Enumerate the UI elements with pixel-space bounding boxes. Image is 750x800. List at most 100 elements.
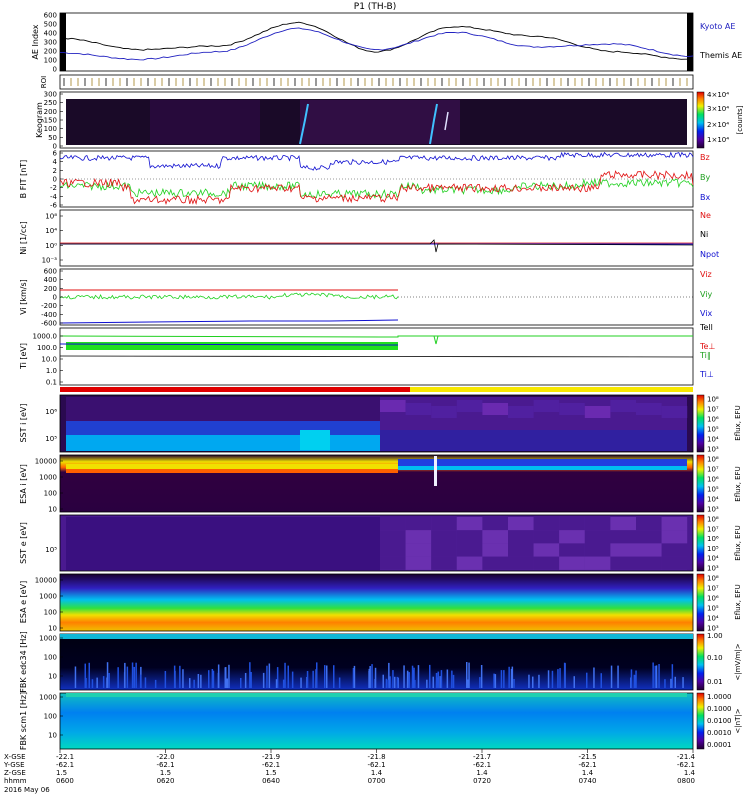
fbk-e-stripe — [655, 665, 658, 688]
sst-e-block — [533, 530, 560, 544]
sst-i-block — [431, 406, 457, 418]
ae-tick-5: 100 — [44, 57, 57, 65]
sst-i-block — [584, 406, 611, 418]
vi-tick-5: -400 — [41, 311, 57, 319]
sst-i-cbar-4: 10⁴ — [707, 436, 719, 444]
fbk-e-stripe — [324, 665, 326, 688]
fbk-b-cbar — [696, 692, 705, 750]
keogram-cbar — [696, 91, 705, 149]
sst-i-block — [533, 400, 560, 412]
fbk-e-stripe — [102, 676, 105, 688]
ni-tick-2: 10⁰ — [45, 242, 57, 250]
date-label: 2016 May 06 — [4, 786, 50, 794]
sst-i-cbar-0: 10⁸ — [707, 396, 719, 404]
sst-e-block — [482, 543, 508, 557]
ti-legend-tiperp: Ti⊥ — [699, 370, 714, 379]
sst-i-upper — [66, 397, 380, 421]
sst-i-label: SST i [eV] — [19, 404, 28, 443]
fbk-e-stripe — [432, 676, 434, 688]
row-label-zgse: Z-GSE — [4, 769, 26, 777]
sst-i-cbar-1: 10⁷ — [707, 406, 719, 414]
vi-tick-1: 400 — [44, 276, 57, 284]
fbk-e-stripe — [291, 671, 294, 688]
ni-tick-0: 10⁸ — [45, 213, 57, 221]
fbk-b-tick-labels: 1000 100 10 — [39, 694, 63, 740]
sst-e-block — [380, 517, 406, 531]
sst-e-block — [661, 556, 688, 570]
fbk-e-top-band — [60, 634, 693, 639]
fbk-e-stripe — [394, 676, 396, 688]
fbk-e-stripe — [480, 665, 483, 688]
esa-i-cbar-2: 10⁶ — [707, 476, 719, 484]
sst-e-block — [584, 517, 611, 531]
fbk-e-tick-1: 100 — [44, 654, 57, 662]
fbk-e-stripe — [437, 671, 439, 688]
fbk-e-stripe — [108, 673, 110, 688]
z-gse-value: 1.4 — [476, 769, 488, 777]
fbk-e-stripe — [500, 670, 503, 688]
sst-e-cbar — [696, 514, 705, 572]
esa-e-cbar-labels: 10⁸10⁷10⁶10⁵10⁴10³ — [707, 575, 719, 633]
sst-i-block — [559, 403, 585, 415]
sst-e-block — [431, 543, 457, 557]
sst-i-block — [636, 403, 662, 415]
sst-e-panel: 10⁸10⁷ 10⁶ 10⁵ 10⁴ 10³ 10⁵ SST e [eV] Eflux,… — [19, 514, 742, 573]
fbk-e-stripe — [664, 679, 666, 688]
fbk-e-stripe — [244, 673, 247, 688]
bfield-tick-2: 2 — [53, 167, 57, 175]
ni-legend-npot: Npot — [700, 250, 719, 259]
sst-i-panel: 10⁸ 10⁷ 10⁶ 10⁵ 10⁴ 10³ 10⁶ 10⁵ SST i [eV] Ef… — [19, 394, 742, 454]
sst-e-block — [482, 517, 508, 531]
ni-panel: 10⁸ 10⁴ 10⁰ 10⁻³ Ni [1/cc] Ne Ni Npot — [19, 209, 719, 267]
fbk-e-stripe — [563, 662, 566, 688]
fbk-b-cbar-3: 0.0010 — [707, 729, 732, 737]
vi-tick-4: -200 — [41, 302, 57, 310]
fbk-e-stripe — [538, 674, 540, 688]
esa-i-spike — [434, 456, 437, 486]
esa-i-cbar-1: 10⁷ — [707, 466, 719, 474]
esa-i-orange — [66, 469, 398, 473]
fbk-e-stripe — [586, 672, 588, 688]
fbk-e-stripe — [392, 670, 394, 688]
sst-e-block — [431, 517, 457, 531]
keogram-tick-1: 250 — [44, 99, 57, 107]
ti-tick-4: 0.1 — [46, 379, 57, 387]
sst-e-block — [508, 543, 534, 557]
x-gse-value: -21.4 — [677, 753, 696, 761]
fbk-e-cbar-label: <|mV/m|> — [734, 643, 742, 680]
fbk-e-stripe — [300, 677, 302, 688]
fbk-e-stripe — [117, 667, 119, 688]
y-gse-value: -62.1 — [262, 761, 280, 769]
esa-e-tick-3: 10 — [48, 625, 57, 633]
esa-e-cbar — [696, 573, 705, 632]
fbk-e-stripe — [88, 662, 90, 688]
sst-i-cbar-3: 10⁵ — [707, 426, 719, 434]
sst-i-cbar-label: Eflux, EFU — [734, 405, 742, 440]
sst-e-block — [405, 530, 432, 544]
sst-e-block — [456, 543, 483, 557]
fbk-e-stripe — [182, 669, 184, 688]
fbk-e-stripe — [658, 664, 660, 688]
sst-e-block — [610, 530, 636, 544]
ae-legend-kyoto: Kyoto AE — [700, 22, 735, 31]
fbk-e-stripe — [396, 676, 399, 688]
sst-e-block — [584, 543, 611, 557]
esa-i-tick-0: 10000 — [35, 458, 57, 466]
fbk-e-stripe — [85, 678, 87, 688]
ti-label: Ti [eV] — [19, 343, 28, 370]
fbk-e-stripe — [411, 665, 414, 688]
ae-right-bar — [687, 13, 693, 71]
bfield-tick-3: 0 — [53, 176, 57, 184]
sst-e-block — [405, 543, 432, 557]
fbk-e-stripe — [654, 665, 656, 688]
esa-i-yellow — [66, 464, 398, 469]
fbk-e-stripe — [369, 666, 371, 688]
y-gse-value: -62.1 — [473, 761, 491, 769]
sst-e-block — [380, 543, 406, 557]
keogram-cbar-label: [counts] — [736, 105, 744, 134]
time-label: 0640 — [262, 777, 280, 785]
esa-i-cbar-5: 10³ — [707, 506, 719, 514]
sst-e-tick-0: 10⁵ — [45, 546, 57, 554]
fbk-e-cbar-1: 0.10 — [707, 654, 723, 662]
fbk-e-stripe — [532, 676, 534, 688]
